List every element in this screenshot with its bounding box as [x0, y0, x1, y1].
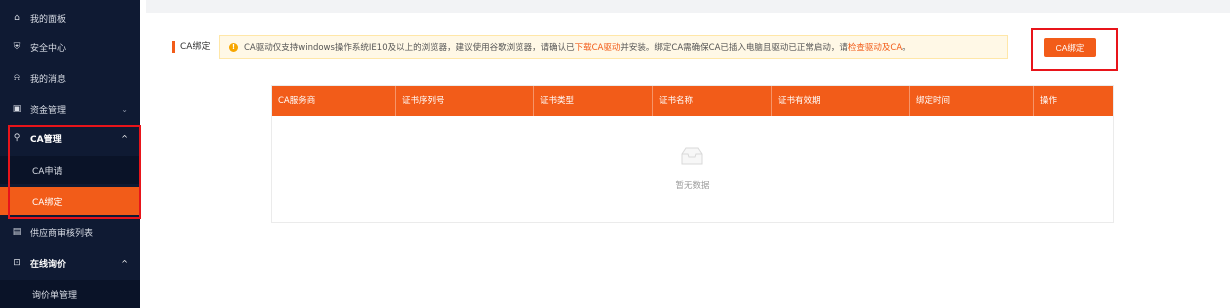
sidebar-item-online-inquiry[interactable]: ⊡ 在线询价 ^ [0, 249, 140, 277]
wallet-icon: ▣ [12, 104, 22, 114]
empty-box-icon [681, 147, 703, 165]
sidebar-subitem-ca-bind[interactable]: CA绑定 [0, 187, 140, 215]
sidebar-item-funds[interactable]: ▣ 资金管理 ⌄ [0, 95, 140, 123]
sidebar-item-label: 安全中心 [30, 43, 67, 54]
column-header-cert-type[interactable]: 证书类型 [534, 86, 653, 116]
document-icon: ▤ [12, 227, 22, 237]
chevron-down-icon: ⌄ [121, 104, 128, 114]
sidebar-subitem-label: CA绑定 [32, 197, 63, 208]
chevron-up-icon: ^ [121, 133, 128, 143]
sidebar-item-ca-management[interactable]: ⚲ CA管理 ^ [0, 124, 140, 152]
table-header: CA服务商 证书序列号 证书类型 证书名称 证书有效期 绑定时间 操作 [272, 86, 1113, 116]
ca-bind-button[interactable]: CA绑定 [1044, 38, 1096, 57]
sidebar: ⌂ 我的面板 ⛨ 安全中心 ⍾ 我的消息 ▣ 资金管理 ⌄ ⚲ CA管理 ^ C… [0, 0, 140, 308]
column-header-actions[interactable]: 操作 [1034, 86, 1113, 116]
notice-text-2: 并安装。绑定CA需确保CA已插入电脑且驱动已正常启动，请 [620, 43, 848, 53]
sidebar-subitem-label: CA申请 [32, 166, 63, 177]
sidebar-item-supplier-review[interactable]: ▤ 供应商审核列表 [0, 218, 140, 246]
sidebar-item-label: 在线询价 [30, 259, 67, 270]
bell-icon: ⍾ [14, 73, 20, 83]
check-driver-link[interactable]: 检查驱动及CA [848, 41, 902, 53]
chevron-up-icon: ^ [121, 258, 128, 268]
column-header-validity[interactable]: 证书有效期 [772, 86, 910, 116]
notice-banner: ! CA驱动仅支持windows操作系统IE10及以上的浏览器，建议使用谷歌浏览… [219, 35, 1008, 59]
home-icon: ⌂ [14, 13, 20, 23]
monitor-icon: ⊡ [13, 258, 21, 268]
download-driver-link[interactable]: 下载CA驱动 [575, 41, 621, 53]
notice-text-3: 。 [902, 43, 911, 53]
sidebar-item-security[interactable]: ⛨ 安全中心 [0, 33, 140, 61]
sidebar-subitem-inquiry-management[interactable]: 询价单管理 [0, 280, 140, 308]
sidebar-subitem-ca-apply[interactable]: CA申请 [0, 156, 140, 184]
usb-key-icon: ⚲ [13, 133, 21, 143]
sidebar-item-messages[interactable]: ⍾ 我的消息 [0, 64, 140, 92]
column-header-cert-name[interactable]: 证书名称 [653, 86, 772, 116]
sidebar-subitem-label: 询价单管理 [32, 290, 78, 301]
empty-state-text: 暂无数据 [675, 181, 710, 191]
sidebar-item-label: CA管理 [30, 134, 62, 145]
column-header-serial-number[interactable]: 证书序列号 [396, 86, 534, 116]
sidebar-item-label: 我的消息 [30, 74, 67, 85]
column-header-bind-time[interactable]: 绑定时间 [910, 86, 1034, 116]
column-header-ca-provider[interactable]: CA服务商 [272, 86, 396, 116]
sidebar-item-label: 供应商审核列表 [30, 228, 94, 239]
section-title: CA绑定 [180, 42, 211, 52]
top-strip [146, 0, 1230, 13]
sidebar-item-label: 资金管理 [30, 105, 67, 116]
notice-text-1: CA驱动仅支持windows操作系统IE10及以上的浏览器，建议使用谷歌浏览器，… [244, 43, 575, 53]
sidebar-item-label: 我的面板 [30, 14, 67, 25]
shield-icon: ⛨ [13, 42, 21, 52]
certificate-table: CA服务商 证书序列号 证书类型 证书名称 证书有效期 绑定时间 操作 暂无数据 [271, 85, 1114, 223]
warning-icon: ! [229, 42, 238, 52]
sidebar-item-dashboard[interactable]: ⌂ 我的面板 [0, 4, 140, 32]
section-title-marker [172, 41, 175, 53]
